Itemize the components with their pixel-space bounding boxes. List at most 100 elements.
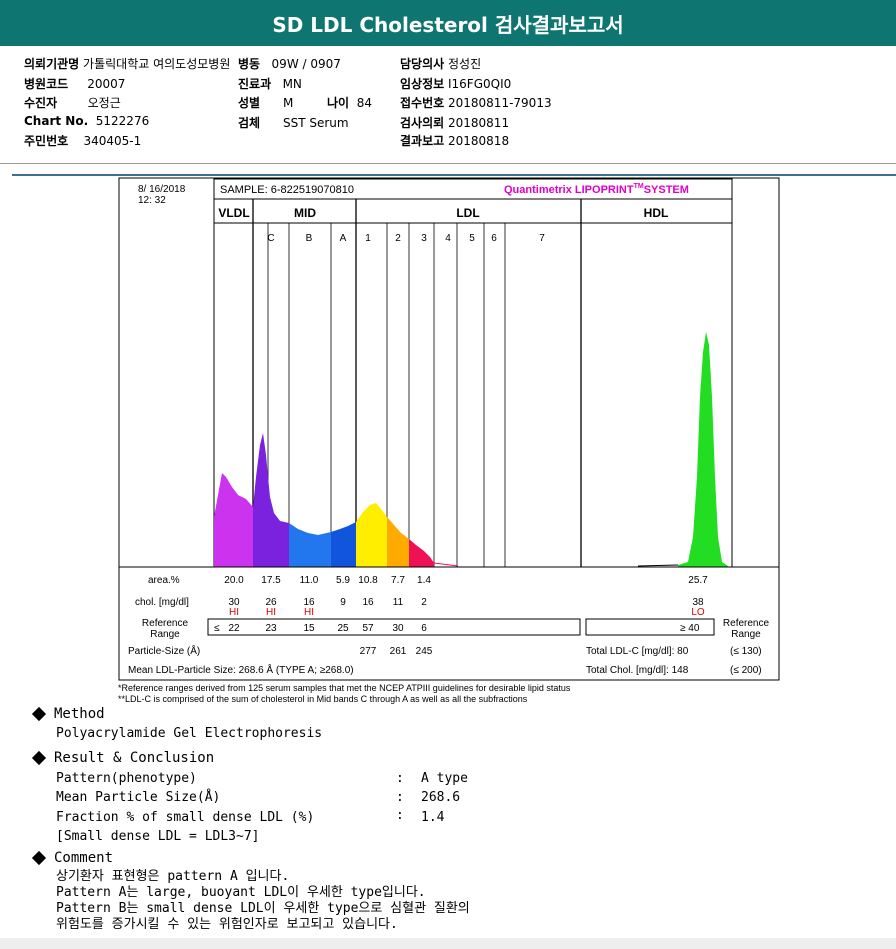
total-chol-ref: (≤ 200) [730,665,762,676]
info-institution: 의뢰기관명 가톨릭대학교 여의도성모병원 [24,57,231,71]
sample-id: SAMPLE: 6-822519070810 [220,184,354,196]
sub-label: 4 [445,233,451,244]
particle-value: 277 [360,646,377,657]
info-resident-no: 주민번호 340405-1 [24,134,142,148]
ref-right-1: Reference [723,618,770,629]
particle-value: 261 [390,646,407,657]
area-value: 20.0 [224,575,244,586]
report-title: SD LDL Cholesterol 검사결과보고서 [272,12,624,37]
particle-row: 277 261 245 [360,646,433,657]
result-heading: Result & Conclusion [31,750,214,766]
chol-value: 11 [393,597,404,608]
info-doctor: 담당의사 정성진 [400,57,482,71]
info-patient: 수진자 오정근 [24,96,121,110]
info-sex: 성별 M [238,96,294,110]
sub-label: 7 [539,233,545,244]
sub-label: 2 [395,233,401,244]
comment-line-4: 위험도를 증가시킬 수 있는 위험인자로 보고되고 있습니다. [56,917,398,932]
group-label-ldl: LDL [456,206,479,220]
info-receipt-no: 접수번호 20180811-79013 [400,96,552,110]
diamond-bullet-icon [31,706,47,722]
group-label-vldl: VLDL [218,206,249,220]
comment-line-1: 상기환자 표현형은 pattern A 입니다. [56,869,290,884]
flag-value-hdl: LO [691,607,705,618]
ref-value: 15 [303,623,315,634]
info-clinical: 임상정보 I16FG0QI0 [400,77,512,91]
chol-value: 2 [421,597,427,608]
result-pattern-label: Pattern(phenotype) [56,771,197,786]
footnote-1: *Reference ranges derived from 125 serum… [118,683,571,693]
divider-top [0,163,896,164]
group-label-mid: MID [294,206,316,220]
area-value-hdl: 25.7 [688,575,708,586]
hdl-ref: ≥ 40 [680,623,700,634]
ref-value: 22 [228,623,240,634]
result-size-label: Mean Particle Size(Å) [56,790,221,805]
particle-value: 245 [416,646,433,657]
result-size-value: 268.6 [421,790,461,805]
flag-value: HI [266,607,276,618]
total-chol: Total Chol. [mg/dl]: 148 [586,665,689,676]
area-value: 7.7 [391,575,405,586]
area-value: 11.0 [300,575,319,586]
chol-row-label: chol. [mg/dl] [135,597,189,608]
chart-time: 12: 32 [138,195,166,206]
chol-value: 9 [340,597,346,608]
sub-label: 1 [365,233,371,244]
info-hospital-code: 병원코드 20007 [24,77,126,91]
info-ward: 병동 09W / 0907 [238,57,341,71]
particle-label: Particle-Size (Å) [128,644,200,657]
mean-particle: Mean LDL-Particle Size: 268.6 Å (TYPE A;… [128,663,354,676]
flag-value: HI [229,607,239,618]
area-value: 17.5 [261,575,281,586]
page-bottom-strip [0,938,896,949]
info-chart-no: Chart No. 5122276 [24,114,150,128]
sub-label: C [267,233,274,244]
area-value: 1.4 [417,575,431,586]
ref-value: 25 [337,623,349,634]
chart-frame [118,177,780,681]
lipoprint-chart: 8/ 16/2018 12: 32 SAMPLE: 6-822519070810… [118,177,780,704]
result-pattern-value: A type [421,771,468,786]
total-ldl-ref: (≤ 130) [730,646,762,657]
divider-chart [12,174,896,176]
brand-name: Quantimetrix LIPOPRINTTMSYSTEM [504,183,689,196]
result-fraction-label: Fraction % of small dense LDL (%) [56,810,315,825]
ref-label-1: Reference [142,618,189,629]
sub-label: 3 [421,233,427,244]
footnote-2: **LDL-C is comprised of the sum of chole… [118,694,528,704]
method-text: Polyacrylamide Gel Electrophoresis [56,726,323,741]
result-note: [Small dense LDL = LDL3~7] [56,829,260,844]
group-label-hdl: HDL [644,206,669,220]
result-fraction-value: 1.4 [421,810,445,825]
ref-le-symbol: ≤ [214,623,220,634]
sub-label: 5 [469,233,475,244]
ref-value: 30 [392,623,404,634]
info-dept: 진료과 MN [238,77,302,91]
ref-right-2: Range [731,629,761,640]
diamond-bullet-icon [31,850,47,866]
area-value: 10.8 [358,575,378,586]
chart-date: 8/ 16/2018 [138,184,186,195]
sub-label: B [306,233,313,244]
ref-value: 6 [421,623,427,634]
area-value: 5.9 [336,575,350,586]
total-ldl: Total LDL-C [mg/dl]: 80 [586,646,689,657]
result-colon-1: : [396,771,404,786]
result-colon-2: : [396,790,404,805]
chol-value: 16 [362,597,374,608]
result-colon-3: : [396,808,404,823]
ref-label-2: Range [150,629,180,640]
comment-line-3: Pattern B는 small dense LDL이 우세한 type으로 심… [56,901,470,916]
sub-label: A [340,233,347,244]
info-report-date: 결과보고 20180818 [400,134,510,148]
method-heading: Method [31,706,105,722]
ref-value: 57 [362,623,374,634]
info-request-date: 검사의뢰 20180811 [400,116,510,130]
info-specimen: 검체 SST Serum [238,116,349,130]
sub-label: 6 [491,233,497,244]
info-age: 나이 84 [327,96,373,110]
comment-heading: Comment [31,850,113,866]
comment-line-2: Pattern A는 large, buoyant LDL이 우세한 type입… [56,885,426,900]
area-row-label: area.% [148,575,180,586]
